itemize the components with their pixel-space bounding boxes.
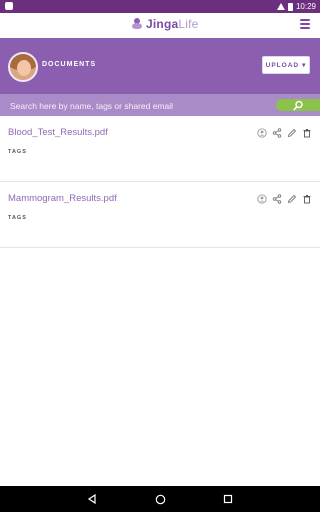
home-icon[interactable] (154, 493, 166, 505)
share-icon[interactable] (272, 194, 282, 204)
edit-icon[interactable] (287, 128, 297, 138)
list-item: Mammogram_Results.pdf TAGS (0, 182, 320, 248)
user-circle-icon[interactable] (257, 194, 267, 204)
brand-main: Jinga (146, 17, 179, 31)
document-list: Blood_Test_Results.pdf TAGS Mammogram_Re… (0, 116, 320, 248)
logo-icon (132, 18, 142, 30)
brand-sub: Life (178, 17, 199, 31)
search-button[interactable] (276, 99, 320, 111)
status-bar: 10:29 (0, 0, 320, 13)
back-icon[interactable] (86, 493, 98, 505)
page-title: DOCUMENTS (42, 61, 97, 68)
list-item: Blood_Test_Results.pdf TAGS (0, 116, 320, 182)
app-header: JingaLife (0, 13, 320, 38)
search-icon (292, 100, 303, 110)
status-time: 10:29 (295, 2, 316, 11)
trash-icon[interactable] (302, 194, 312, 204)
trash-icon[interactable] (302, 128, 312, 138)
row-actions (257, 194, 312, 204)
search-input[interactable] (8, 98, 272, 114)
document-name[interactable]: Mammogram_Results.pdf (8, 193, 117, 204)
edit-icon[interactable] (287, 194, 297, 204)
logo-text: JingaLife (146, 17, 199, 31)
upload-label: UPLOAD (265, 61, 300, 69)
user-circle-icon[interactable] (257, 128, 267, 138)
chevron-down-icon: ▾ (302, 62, 307, 69)
status-right: 10:29 (276, 1, 316, 12)
documents-toolbar: DOCUMENTS UPLOAD ▾ (0, 38, 320, 94)
search-bar (0, 94, 320, 116)
upload-button[interactable]: UPLOAD ▾ (262, 56, 310, 74)
row-actions (257, 128, 312, 138)
battery-icon (287, 2, 293, 11)
signal-icon (276, 3, 285, 10)
system-nav-bar (0, 486, 320, 512)
avatar[interactable] (8, 52, 38, 82)
share-icon[interactable] (272, 128, 282, 138)
notification-icon (5, 2, 13, 10)
recents-icon[interactable] (222, 493, 234, 505)
document-name[interactable]: Blood_Test_Results.pdf (8, 127, 108, 138)
tags-label: TAGS (8, 215, 27, 221)
menu-icon[interactable] (300, 19, 310, 29)
tags-label: TAGS (8, 149, 27, 155)
app-logo: JingaLife (132, 17, 199, 31)
